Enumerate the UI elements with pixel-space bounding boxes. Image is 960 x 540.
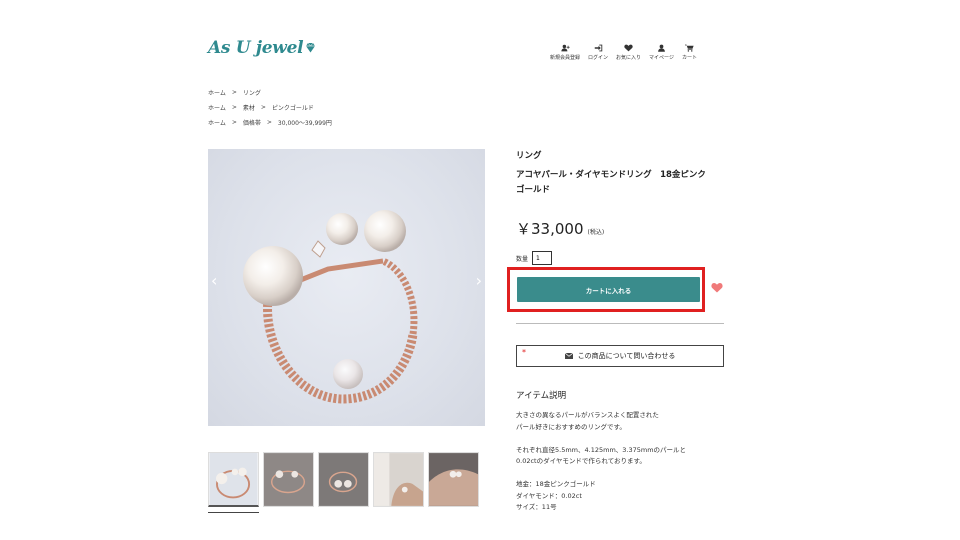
breadcrumb-separator: > [231, 89, 237, 96]
thumbnail-image [264, 453, 313, 506]
breadcrumb-link[interactable]: ホーム [208, 103, 226, 112]
user-icon [658, 44, 665, 52]
product-inquiry-button[interactable]: この商品について問い合わせる [516, 345, 724, 367]
description-line: サイズ：11号 [516, 503, 557, 511]
description-line: ダイヤモンド：0.02ct [516, 491, 582, 500]
breadcrumb-link[interactable]: 30,000〜39,999円 [278, 118, 332, 127]
nav-favorites-label: お気に入り [616, 55, 642, 61]
product-title-line: アコヤパール・ダイヤモンドリング 18金ピンク [516, 170, 706, 180]
nav-login-label: ログイン [588, 55, 609, 61]
item-description: 大きさの異なるパールがバランスよく配置された パール好きにおすすめのリングです。… [516, 410, 736, 514]
breadcrumb: ホーム > 価格帯 > 30,000〜39,999円 [208, 115, 332, 130]
heart-icon [624, 44, 633, 52]
brand-logo-text: As U jewel [208, 38, 304, 58]
breadcrumb: ホーム > 素材 > ピンクゴールド [208, 100, 332, 115]
favorite-heart-icon[interactable] [711, 282, 723, 293]
product-title: アコヤパール・ダイヤモンドリング 18金ピンク ゴールド [516, 168, 726, 198]
breadcrumb: ホーム > リング [208, 85, 332, 100]
description-line: それぞれ直径5.5mm、4.125mm、3.375mmのパールと [516, 445, 687, 454]
product-info: リング アコヤパール・ダイヤモンドリング 18金ピンク ゴールド ￥33,000… [516, 149, 726, 265]
breadcrumbs: ホーム > リング ホーム > 素材 > ピンクゴールド ホーム > 価格帯 >… [208, 85, 332, 130]
nav-login[interactable]: ログイン [588, 44, 608, 61]
breadcrumb-link[interactable]: リング [243, 88, 261, 97]
item-description-title: アイテム説明 [516, 391, 567, 401]
section-divider [516, 323, 724, 324]
breadcrumb-link[interactable]: 価格帯 [243, 118, 261, 127]
breadcrumb-separator: > [231, 104, 237, 111]
breadcrumb-separator: > [231, 119, 237, 126]
nav-cart[interactable]: カート [682, 44, 697, 61]
gallery-prev-arrow[interactable]: ‹ [211, 271, 217, 290]
thumbnail[interactable] [318, 452, 369, 507]
quantity-row: 数量 [516, 251, 726, 265]
thumbnail-image [374, 453, 423, 506]
nav-mypage[interactable]: マイページ [649, 44, 674, 61]
nav-register[interactable]: 新規会員登録 [550, 44, 580, 61]
thumbnail-image [429, 453, 478, 506]
thumbnail-active-indicator [208, 512, 259, 513]
thumbnail[interactable] [208, 452, 259, 507]
login-icon [594, 44, 602, 52]
price-row: ￥33,000 (税込) [516, 218, 726, 239]
product-price: ￥33,000 [516, 220, 584, 238]
tax-note: (税込) [587, 229, 605, 236]
thumbnail[interactable] [373, 452, 424, 507]
thumbnail-image [319, 453, 368, 506]
breadcrumb-link[interactable]: ホーム [208, 88, 226, 97]
gallery-next-arrow[interactable]: › [476, 271, 482, 290]
nav-register-label: 新規会員登録 [550, 55, 581, 61]
breadcrumb-separator: > [260, 104, 266, 111]
nav-mypage-label: マイページ [649, 55, 674, 61]
brand-logo[interactable]: As U jewel [208, 38, 316, 58]
ring-photo [243, 210, 418, 404]
product-category: リング [516, 151, 542, 161]
quantity-label: 数量 [516, 255, 529, 263]
description-line: 大きさの異なるパールがバランスよく配置された [516, 411, 659, 419]
description-line: 0.02ctのダイヤモンドで作られております。 [516, 457, 646, 465]
breadcrumb-link[interactable]: 素材 [243, 103, 255, 112]
gem-icon [306, 43, 316, 53]
thumbnail-image [209, 453, 258, 505]
add-to-cart-button[interactable]: カートに入れる [517, 277, 700, 302]
nav-cart-label: カート [681, 55, 697, 61]
breadcrumb-link[interactable]: ホーム [208, 118, 226, 127]
header-nav: 新規会員登録 ログイン お気に入り マイページ カート [550, 44, 705, 61]
thumbnail-strip [208, 452, 479, 507]
breadcrumb-separator: > [266, 119, 272, 126]
product-main-image[interactable]: ‹ › [208, 149, 485, 426]
nav-favorites[interactable]: お気に入り [616, 44, 641, 61]
cart-icon [684, 44, 694, 52]
product-title-line: ゴールド [516, 185, 551, 195]
description-line: パール好きにおすすめのリングです。 [516, 422, 626, 431]
breadcrumb-link[interactable]: ピンクゴールド [272, 103, 314, 112]
thumbnail[interactable] [263, 452, 314, 507]
quantity-input[interactable] [532, 251, 553, 265]
product-inquiry-label: この商品について問い合わせる [577, 352, 676, 360]
user-plus-icon [560, 44, 570, 52]
mail-icon [564, 353, 573, 359]
description-line: 地金：18金ピンクゴールド [516, 480, 596, 488]
thumbnail[interactable] [428, 452, 479, 507]
